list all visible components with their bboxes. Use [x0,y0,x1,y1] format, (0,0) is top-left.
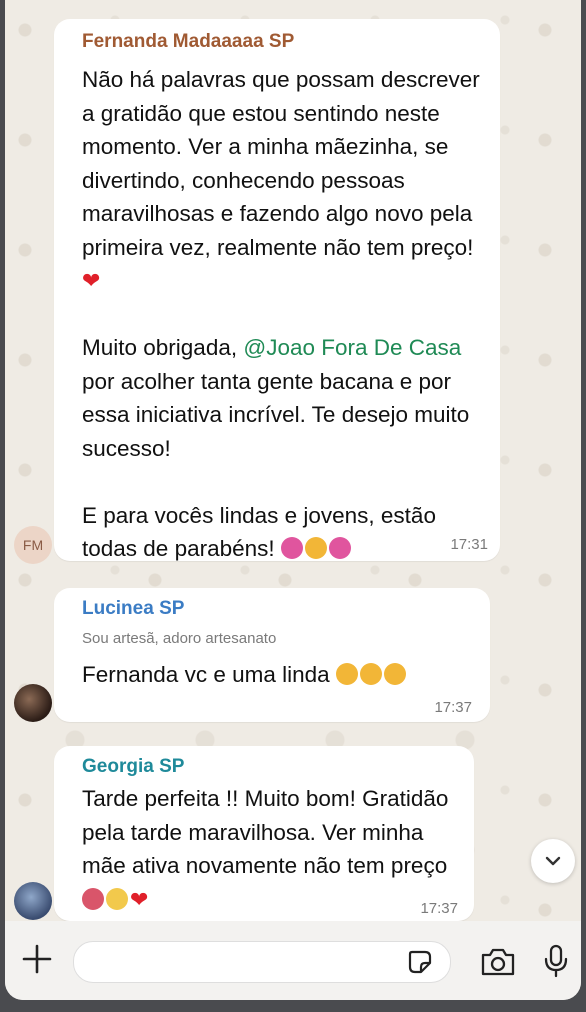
avatar[interactable] [14,882,52,920]
message-text: Fernanda vc e uma linda [82,658,482,692]
avatar[interactable]: FM [14,526,52,564]
sender-name[interactable]: Fernanda Madaaaaa SP [82,31,294,53]
chat-screen: Fernanda Madaaaaa SP Não há palavras que… [5,0,581,1000]
sticker-icon[interactable] [407,949,433,975]
message-text: Não há palavras que possam descrever a g… [82,67,486,561]
camera-icon[interactable] [479,946,517,978]
sender-name[interactable]: Georgia SP [82,756,184,778]
message-input[interactable] [73,941,451,983]
mention-link[interactable]: @Joao Fora De Casa [243,335,461,360]
scroll-down-button[interactable] [531,839,575,883]
two-hearts-icon [280,537,303,559]
message-time: 17:37 [434,699,472,716]
avatar[interactable] [14,684,52,722]
smiling-face-with-hearts-icon [304,537,327,559]
message-bubble[interactable]: Fernanda Madaaaaa SP Não há palavras que… [54,19,500,561]
message-bubble[interactable]: Lucinea SP Sou artesã, adoro artesanato … [54,588,490,722]
plus-icon[interactable] [19,941,55,977]
sender-status: Sou artesã, adoro artesanato [82,630,277,647]
composer-bar [5,921,581,1000]
message-bubble[interactable]: Georgia SP Tarde perfeita !! Muito bom! … [54,746,474,921]
two-hearts-icon [328,537,351,559]
microphone-icon[interactable] [542,943,570,979]
kissing-face-icon [335,663,358,685]
chevron-down-icon [545,856,561,866]
kissing-face-icon [359,663,382,685]
message-text: Tarde perfeita !! Muito bom! Gratidão pe… [82,786,455,912]
message-time: 17:31 [450,536,488,553]
sender-name[interactable]: Lucinea SP [82,598,184,620]
message-time: 17:37 [420,900,458,917]
kissing-face-icon [383,663,406,685]
bouquet-icon [82,887,104,910]
red-heart-icon: ❤ [130,886,149,912]
red-heart-icon: ❤ [82,268,101,293]
folded-hands-icon [106,887,128,910]
